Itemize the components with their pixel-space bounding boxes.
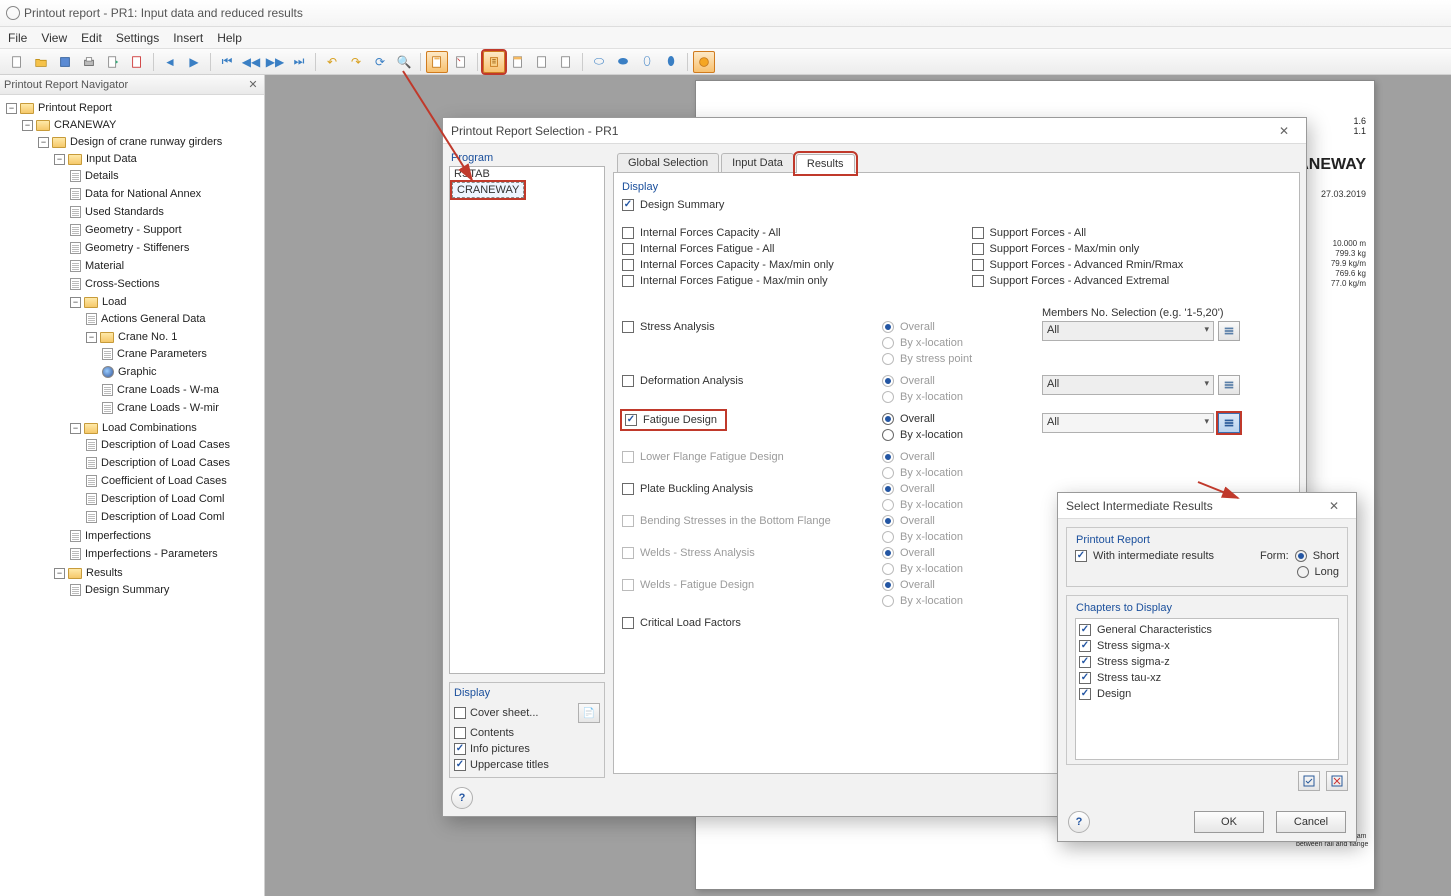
dialog2-title: Select Intermediate Results <box>1066 499 1213 513</box>
navigator-tree[interactable]: −Printout Report −CRANEWAY −Design of cr… <box>0 95 264 896</box>
tb-redo[interactable]: ↷ <box>345 51 367 73</box>
tb-link3[interactable]: ⬯ <box>636 51 658 73</box>
tb-link1[interactable]: ⬭ <box>588 51 610 73</box>
program-list[interactable]: RSTAB CRANEWAY <box>449 166 605 674</box>
navigator-title: Printout Report Navigator <box>4 79 128 91</box>
toolbar: ◄ ▶ ⏮ ◀◀ ▶▶ ⏭ ↶ ↷ ⟳ 🔍 ⬭ ⬬ ⬯ ⬮ <box>0 49 1451 75</box>
tb-pdf[interactable] <box>126 51 148 73</box>
navigator-close[interactable]: ✕ <box>246 78 260 92</box>
tb-header-footer[interactable] <box>450 51 472 73</box>
menu-file[interactable]: File <box>8 31 27 45</box>
tb-last-orange[interactable] <box>693 51 715 73</box>
tb-insert-text[interactable] <box>531 51 553 73</box>
tb-first[interactable]: ⏮ <box>216 51 238 73</box>
dialog2-close[interactable]: ✕ <box>1320 496 1348 516</box>
chk-contents[interactable] <box>454 727 466 739</box>
chk-info-pictures[interactable] <box>454 743 466 755</box>
tb-insert-page[interactable] <box>555 51 577 73</box>
menu-edit[interactable]: Edit <box>81 31 102 45</box>
tb-print[interactable] <box>78 51 100 73</box>
chapters-select-all[interactable] <box>1298 771 1320 791</box>
tb-nav-prev[interactable]: ◄ <box>159 51 181 73</box>
tb-refresh[interactable]: ⟳ <box>369 51 391 73</box>
tb-find[interactable]: 🔍 <box>393 51 415 73</box>
dialog-tabs: Global Selection Input Data Results <box>613 150 1300 172</box>
chk-fatigue-design[interactable] <box>625 414 637 426</box>
deform-intermediate-btn[interactable] <box>1218 375 1240 395</box>
menu-view[interactable]: View <box>41 31 67 45</box>
app-icon <box>6 6 20 20</box>
cover-settings-btn[interactable]: 📄 <box>578 703 600 723</box>
program-rstab[interactable]: RSTAB <box>450 167 604 181</box>
chk-with-intermediate[interactable] <box>1075 550 1087 562</box>
tb-export[interactable] <box>102 51 124 73</box>
tb-open[interactable] <box>30 51 52 73</box>
tb-last[interactable]: ⏭ <box>288 51 310 73</box>
fatigue-intermediate-btn[interactable] <box>1218 413 1240 433</box>
chk-design-summary[interactable] <box>622 199 634 211</box>
tb-undo[interactable]: ↶ <box>321 51 343 73</box>
dialog-intermediate-results: Select Intermediate Results ✕ Printout R… <box>1057 492 1357 842</box>
tb-link2[interactable]: ⬬ <box>612 51 634 73</box>
chk-cover-sheet[interactable] <box>454 707 466 719</box>
tab-results[interactable]: Results <box>796 154 855 173</box>
program-craneway[interactable]: CRANEWAY <box>452 182 524 198</box>
tb-nav-next[interactable]: ▶ <box>183 51 205 73</box>
stress-intermediate-btn[interactable] <box>1218 321 1240 341</box>
tb-report-selection[interactable] <box>483 51 505 73</box>
chk-stress-analysis[interactable] <box>622 321 634 333</box>
dialog2-help[interactable]: ? <box>1068 811 1090 833</box>
tab-global-selection[interactable]: Global Selection <box>617 153 719 172</box>
tb-save[interactable] <box>54 51 76 73</box>
radio-fatigue-byx[interactable] <box>882 429 894 441</box>
radio-fatigue-overall[interactable] <box>882 413 894 425</box>
chk-plate-buckling[interactable] <box>622 483 634 495</box>
tb-new[interactable] <box>6 51 28 73</box>
tb-next[interactable]: ▶▶ <box>264 51 286 73</box>
radio-form-long[interactable] <box>1297 566 1309 578</box>
menu-insert[interactable]: Insert <box>173 31 203 45</box>
dialog2-ok[interactable]: OK <box>1194 811 1264 833</box>
menu-help[interactable]: Help <box>217 31 242 45</box>
radio-form-short[interactable] <box>1295 550 1307 562</box>
program-section-label: Program <box>449 150 605 166</box>
dialog-title: Printout Report Selection - PR1 <box>451 124 618 138</box>
menu-settings[interactable]: Settings <box>116 31 159 45</box>
tb-link4[interactable]: ⬮ <box>660 51 682 73</box>
chk-deformation[interactable] <box>622 375 634 387</box>
dialog2-cancel[interactable]: Cancel <box>1276 811 1346 833</box>
navigator-panel: Printout Report Navigator ✕ −Printout Re… <box>0 75 265 896</box>
display-options: Display Cover sheet...📄 Contents Info pi… <box>449 682 605 778</box>
chapters-select-none[interactable] <box>1326 771 1348 791</box>
tb-prev[interactable]: ◀◀ <box>240 51 262 73</box>
window-titlebar: Printout report - PR1: Input data and re… <box>0 0 1451 27</box>
dialog-close[interactable]: ✕ <box>1270 121 1298 141</box>
chk-critical-load[interactable] <box>622 617 634 629</box>
menubar: File View Edit Settings Insert Help <box>0 27 1451 49</box>
chk-uppercase[interactable] <box>454 759 466 771</box>
tb-page-setup[interactable] <box>426 51 448 73</box>
tb-insert-chapter[interactable] <box>507 51 529 73</box>
dialog-help[interactable]: ? <box>451 787 473 809</box>
window-title: Printout report - PR1: Input data and re… <box>24 6 303 20</box>
tab-input-data[interactable]: Input Data <box>721 153 794 172</box>
